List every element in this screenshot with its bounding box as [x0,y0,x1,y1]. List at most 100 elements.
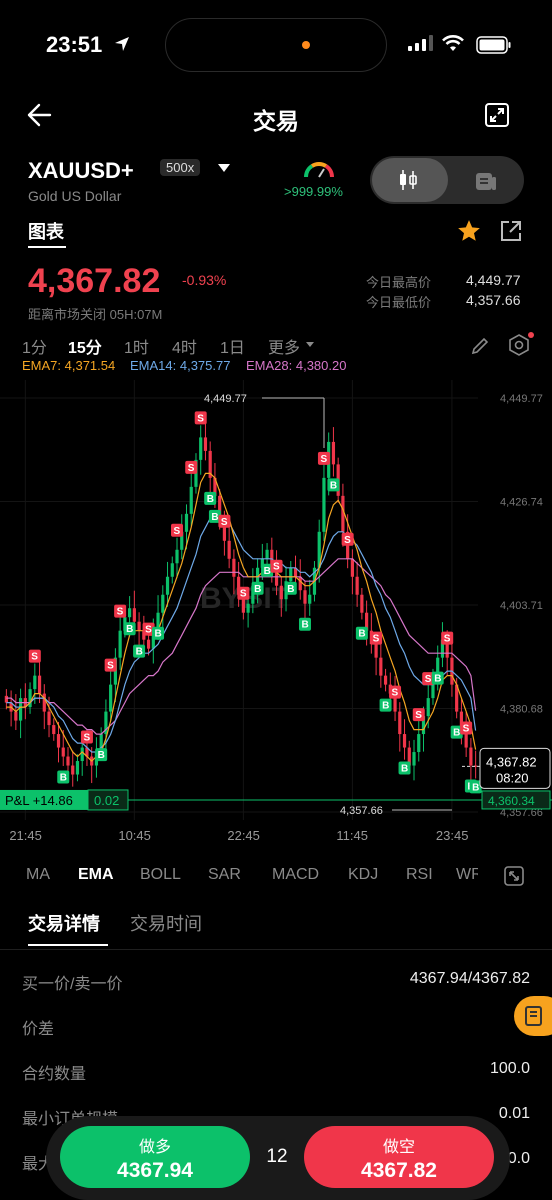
candle-body [331,441,336,465]
timeframe-1d[interactable]: 1日 [220,334,245,358]
candle-body [246,603,250,613]
candle-body [170,563,174,577]
detail-label: 买一价/卖一价 [22,976,123,993]
x-tick-label: 11:45 [336,828,368,843]
candle-body [80,747,84,762]
detail-tab-underline [28,944,108,946]
candle-body [417,734,421,753]
settings-gear-icon[interactable] [508,334,530,361]
marker-label: S [117,607,124,618]
candle-body [109,684,113,712]
day-high-label: 今日最高价 [366,275,432,290]
marker-label: B [98,750,105,761]
candle-body [132,608,136,622]
price-chart[interactable]: 4,449.77 4,426.74 4,403.71 4,380.68 4,357.66… [0,380,552,846]
buy-long-button[interactable]: 做多 4367.94 [60,1126,250,1188]
indicator-wr[interactable]: WR [456,866,478,884]
buy-price: 4367.94 [117,1159,193,1182]
detail-row-contract-size: 合约数量 100.0 [0,1060,552,1090]
indicator-rsi[interactable]: RSI [406,866,433,884]
marker-label: B [330,480,337,491]
marker-label: B [434,674,441,685]
margin-level-text: >999.99% [284,184,343,199]
candle-body [383,675,388,685]
y-tick-label: 4,380.68 [500,704,543,716]
chart-low-label: 4,357.66 [340,805,383,817]
quantity-value[interactable]: 12 [250,1146,304,1168]
timeframe-15m[interactable]: 15分 [68,334,102,358]
market-close-countdown: 距离市场关闭 05H:07M [28,307,163,322]
detail-label: 合约数量 [22,1066,87,1083]
more-caret-icon[interactable] [306,342,314,347]
candlestick-chart-svg[interactable]: 4,449.77 4,426.74 4,403.71 4,380.68 4,357.66… [0,380,552,846]
candle-body [232,558,236,577]
ema7-line [6,472,477,762]
marker-label: B [155,629,162,640]
marker-label: S [188,463,195,474]
indicator-boll[interactable]: BOLL [140,866,181,884]
tab-trading-hours[interactable]: 交易时间 [130,910,202,936]
indicator-ma[interactable]: MA [26,866,50,884]
tab-trade-details[interactable]: 交易详情 [28,910,100,936]
candle-body [227,540,231,559]
detail-label: 价差 [22,1021,55,1038]
symbol-name[interactable]: XAUUSD+ [28,158,134,184]
chart-tab-row: 图表 [0,214,552,254]
symbol-header: XAUUSD+ 500x Gold US Dollar >999.99% [0,152,552,212]
marker-label: B [264,566,271,577]
favorite-star-icon[interactable] [456,218,482,249]
candle-body [47,711,51,726]
candle-body [265,549,269,559]
price-summary: 4,367.82 -0.93% 距离市场关闭 05H:07M 今日最高价 4,4… [0,262,552,322]
chart-high-label: 4,449.77 [204,393,247,405]
marker-label: B [287,584,294,595]
timeframe-more[interactable]: 更多 [268,334,300,358]
marker-label: S [373,634,380,645]
dynamic-island [165,18,387,72]
indicator-macd[interactable]: MACD [272,866,319,884]
candle-body [279,585,283,600]
notification-dot [528,332,534,338]
candle-body [189,486,193,514]
indicator-sar[interactable]: SAR [208,866,241,884]
current-price-label: 4,367.82 [486,754,537,769]
price-change: -0.93% [182,272,227,288]
leverage-badge[interactable]: 500x [160,159,201,176]
marker-label: B [301,620,308,631]
candle-body [14,711,18,721]
symbol-description: Gold US Dollar [28,188,122,204]
candlestick-icon[interactable] [396,168,420,197]
view-toggle[interactable] [370,156,524,204]
order-book-icon[interactable] [474,170,498,197]
expand-icon[interactable] [484,102,510,133]
chevron-down-icon[interactable] [218,164,230,172]
marker-label: S [425,674,432,685]
candle-body [379,657,383,676]
indicator-ema[interactable]: EMA [78,866,114,884]
candle-body [303,590,307,604]
candle-body [322,477,326,532]
floating-journal-button[interactable] [514,996,552,1036]
timeframe-4h[interactable]: 4时 [172,334,197,358]
candle-body [146,639,151,649]
detail-value: 0.01 [498,1105,530,1122]
candle-body [33,675,37,690]
y-tick-label: 4,403.71 [500,600,543,612]
marker-label: B [60,773,67,784]
timeframe-1m[interactable]: 1分 [22,334,47,358]
marker-label: B [207,494,214,505]
gauge-icon[interactable] [302,158,336,185]
timeframe-1h[interactable]: 1时 [124,334,149,358]
share-icon[interactable] [498,218,524,249]
candle-body [71,765,75,775]
detail-row-spread: 价差 [0,1015,552,1045]
candle-body [469,747,473,766]
pnl-label: P&L +14.86 [5,793,73,808]
tab-chart[interactable]: 图表 [28,218,64,244]
sell-short-button[interactable]: 做空 4367.82 [304,1126,494,1188]
candle-body [350,558,354,577]
fullscreen-icon[interactable] [504,866,524,891]
marker-label: B [358,629,365,640]
indicator-kdj[interactable]: KDJ [348,866,378,884]
ema14-label: EMA14: 4,375.77 [130,358,231,373]
